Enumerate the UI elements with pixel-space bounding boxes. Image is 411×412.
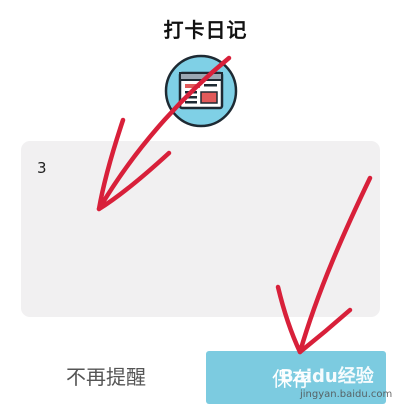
save-button[interactable]: 保存 — [206, 351, 386, 404]
note-text: 3 — [37, 159, 47, 177]
newspaper-icon — [164, 54, 238, 128]
diary-note-input[interactable]: 3 — [21, 141, 380, 317]
dont-remind-button[interactable]: 不再提醒 — [44, 351, 168, 403]
diary-dialog: 打卡日记 3 不再提醒 保存 Baidu经验 jingyan.baidu.com — [0, 0, 411, 412]
dialog-title: 打卡日记 — [163, 18, 248, 42]
